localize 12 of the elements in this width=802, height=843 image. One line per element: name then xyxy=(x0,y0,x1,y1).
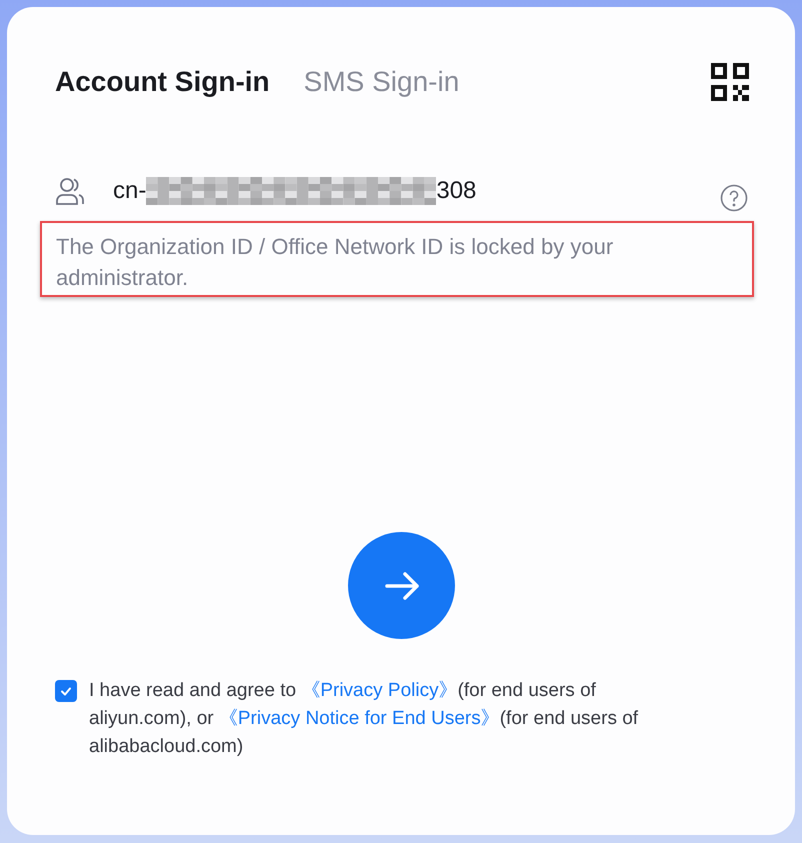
qr-code-icon[interactable] xyxy=(711,63,749,101)
sign-in-tab[interactable]: Account Sign-in xyxy=(55,66,270,98)
sign-in-tab[interactable]: SMS Sign-in xyxy=(304,66,460,98)
agreement-text: I have read and agree to 《Privacy Policy》(for end users of aliyun.com), or 《Privacy Notice for End Users》(for end users of alibabacloud.com) xyxy=(89,679,640,759)
organization-id-text: cn- xyxy=(113,177,146,205)
help-icon[interactable] xyxy=(720,184,748,212)
locked-notice: The Organization ID / Office Network ID is locked by your administrator. xyxy=(40,221,754,297)
organization-id-text: 308 xyxy=(436,177,476,205)
users-icon xyxy=(55,176,85,206)
privacy-link[interactable]: 《Privacy Notice for End Users》 xyxy=(218,708,500,729)
privacy-link[interactable]: 《Privacy Policy》 xyxy=(301,680,458,701)
agree-checkbox[interactable] xyxy=(55,680,77,702)
